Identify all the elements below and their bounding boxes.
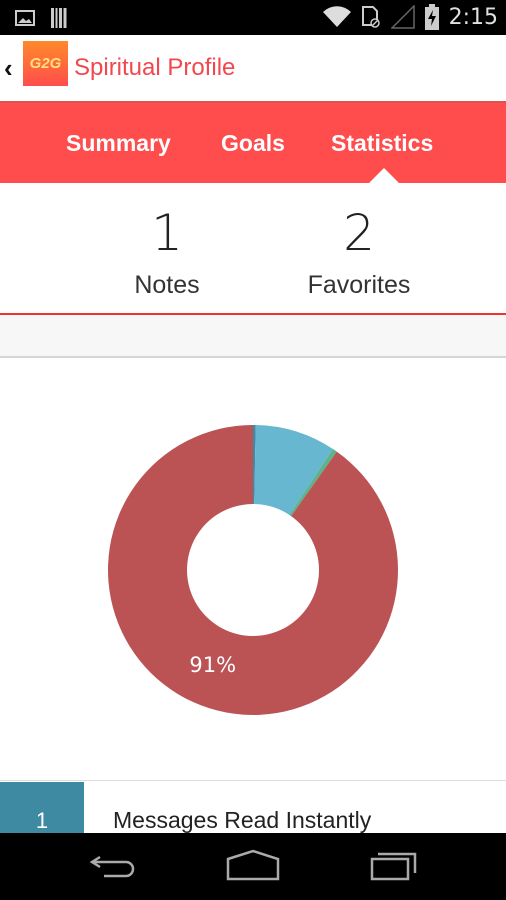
donut-chart: 91%: [0, 360, 506, 780]
logo-text: G2G: [29, 55, 62, 72]
stat-notes[interactable]: 1 Notes: [67, 203, 267, 300]
tab-statistics[interactable]: Statistics: [331, 130, 433, 157]
stats-summary: 1 Notes 2 Favorites: [0, 183, 506, 315]
tab-summary[interactable]: Summary: [66, 130, 171, 157]
app-bar: ‹ G2G Spiritual Profile: [0, 35, 506, 103]
app-logo[interactable]: G2G: [23, 41, 68, 86]
back-icon[interactable]: [86, 849, 138, 883]
donut-chart-svg: 91%: [108, 425, 399, 715]
tab-goals[interactable]: Goals: [221, 130, 285, 157]
section-divider: [0, 315, 506, 358]
recents-icon[interactable]: [368, 849, 420, 883]
no-signal-icon: [390, 5, 415, 29]
navigation-bar: [0, 833, 506, 900]
stat-value: 1: [151, 204, 183, 262]
image-notification-icon: [15, 10, 35, 26]
legend-count: 1: [0, 782, 84, 836]
home-icon[interactable]: [225, 849, 281, 883]
sim-blocked-icon: [361, 6, 380, 28]
battery-charging-icon: [424, 4, 439, 30]
donut-slice-3[interactable]: [108, 425, 399, 715]
page-title: Spiritual Profile: [74, 54, 236, 81]
status-bar: 2:15: [0, 0, 506, 35]
barcode-notification-icon: [51, 8, 67, 28]
stat-favorites[interactable]: 2 Favorites: [259, 203, 459, 300]
slice-percent-label: 91%: [189, 653, 236, 677]
wifi-icon: [322, 6, 351, 28]
legend-label: Messages Read Instantly: [113, 807, 372, 833]
clock: 2:15: [448, 4, 498, 30]
tab-bar: Summary Goals Statistics: [0, 103, 506, 183]
active-tab-indicator: [369, 168, 399, 183]
stat-value: 2: [343, 204, 375, 262]
stat-label: Notes: [134, 271, 200, 299]
legend-item[interactable]: 1 Messages Read Instantly: [0, 780, 506, 836]
chevron-left-icon[interactable]: ‹: [4, 53, 13, 84]
stat-label: Favorites: [307, 271, 411, 299]
